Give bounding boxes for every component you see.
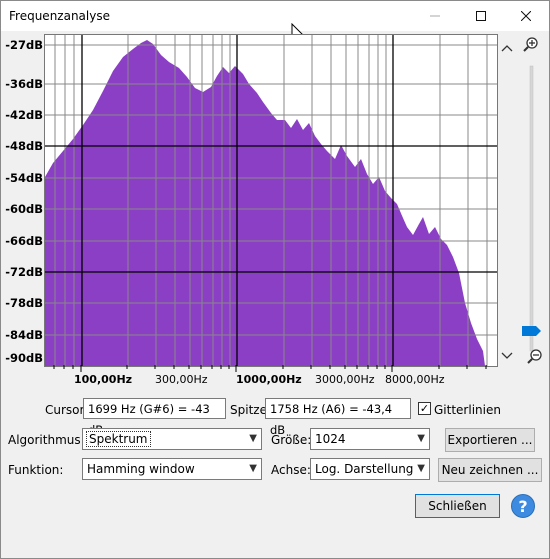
x-tick-label: 3000,00Hz (315, 373, 375, 386)
size-label: Größe: (271, 433, 312, 447)
scroll-down-arrow-icon[interactable] (501, 352, 513, 359)
axis-label: Achse: (271, 463, 311, 477)
export-button[interactable]: Exportieren ... (445, 428, 535, 452)
function-label: Funktion: (8, 463, 64, 477)
chevron-down-icon: ▼ (249, 433, 257, 444)
axis-value: Log. Darstellung (315, 462, 414, 476)
close-window-button[interactable] (503, 1, 549, 31)
spectrum-plot[interactable] (44, 34, 498, 367)
y-tick-label: -84dB (5, 328, 43, 342)
spectrum-graph[interactable] (45, 35, 497, 366)
x-axis: 100,00Hz 300,00Hz 1000,00Hz 3000,00Hz 80… (44, 365, 496, 393)
maximize-button[interactable] (458, 1, 504, 31)
scroll-up-arrow-icon[interactable] (501, 45, 513, 52)
gridlines-label: Gitterlinien (434, 403, 501, 417)
zoom-slider-panel (519, 34, 549, 364)
zoom-out-icon[interactable] (527, 349, 542, 364)
axis-select[interactable]: Log. Darstellung ▼ (310, 458, 430, 480)
function-value: Hamming window (87, 462, 195, 476)
scroll-buttons (496, 34, 518, 364)
algorithm-select[interactable]: Spektrum ▼ (82, 428, 262, 450)
y-tick-label: -78dB (5, 296, 43, 310)
size-value: 1024 (315, 432, 346, 446)
zoom-in-icon[interactable] (523, 37, 538, 52)
y-tick-label: -60dB (5, 202, 43, 216)
cursor-label: Cursor: (45, 403, 89, 417)
help-button[interactable]: ? (511, 494, 535, 518)
chevron-down-icon: ▼ (417, 463, 425, 474)
peak-value-field[interactable]: 1758 Hz (A6) = -43,4 dB (265, 398, 411, 437)
minimize-button[interactable] (412, 1, 458, 31)
y-tick-label: -27dB (5, 38, 43, 52)
chevron-down-icon: ▼ (417, 433, 425, 444)
close-button[interactable]: Schließen (415, 494, 500, 518)
gridlines-checkbox[interactable]: ✓ (418, 402, 431, 415)
zoom-slider-track[interactable] (529, 65, 534, 352)
y-tick-label: -66dB (5, 234, 43, 248)
frequency-analysis-window: Frequenzanalyse -27dB -36dB -42dB -48dB … (0, 0, 550, 559)
y-tick-label: -48dB (5, 139, 43, 153)
title-bar: Frequenzanalyse (1, 1, 549, 31)
y-tick-label: -90dB (5, 351, 43, 365)
function-select[interactable]: Hamming window ▼ (82, 458, 262, 480)
x-tick-label: 300,00Hz (155, 373, 208, 386)
spectrum-area (45, 40, 485, 366)
y-tick-label: -72dB (5, 265, 43, 279)
zoom-slider-thumb[interactable] (522, 326, 541, 336)
y-tick-label: -36dB (5, 77, 43, 91)
algorithm-value: Spektrum (86, 431, 151, 447)
window-title: Frequenzanalyse (9, 9, 110, 23)
size-select[interactable]: 1024 ▼ (310, 428, 430, 450)
redraw-button[interactable]: Neu zeichnen ... (438, 458, 542, 482)
x-axis-ticks (53, 365, 487, 372)
x-tick-label: 8000,00Hz (385, 373, 445, 386)
y-tick-label: -54dB (5, 171, 43, 185)
x-tick-label: 100,00Hz (74, 373, 133, 386)
chevron-down-icon: ▼ (249, 463, 257, 474)
x-tick-label: 1000,00Hz (236, 373, 302, 386)
algorithm-label: Algorithmus: (8, 433, 85, 447)
cursor-value-field[interactable]: 1699 Hz (G#6) = -43 dB (83, 398, 226, 437)
y-tick-label: -42dB (5, 108, 43, 122)
